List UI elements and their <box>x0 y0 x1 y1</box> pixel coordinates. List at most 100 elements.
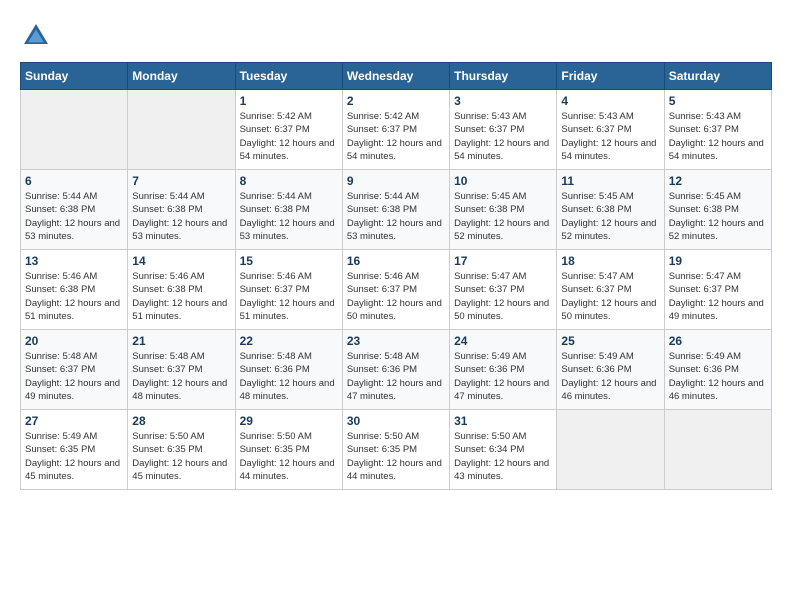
day-cell: 18Sunrise: 5:47 AM Sunset: 6:37 PM Dayli… <box>557 250 664 330</box>
day-info: Sunrise: 5:49 AM Sunset: 6:36 PM Dayligh… <box>454 350 552 403</box>
day-number: 23 <box>347 334 445 348</box>
day-cell: 25 Sunrise: 5:49 AM Sunset: 6:36 PM Dayli… <box>557 330 664 410</box>
day-number: 14 <box>132 254 230 268</box>
day-info: Sunrise: 5:49 AM Sunset: 6:36 PM Dayligh… <box>561 350 659 403</box>
day-cell: 5 Sunrise: 5:43 AM Sunset: 6:37 PM Daylig… <box>664 90 771 170</box>
header-friday: Friday <box>557 63 664 90</box>
calendar-table: SundayMondayTuesdayWednesdayThursdayFrid… <box>20 62 772 490</box>
day-number: 22 <box>240 334 338 348</box>
day-cell: 2 Sunrise: 5:42 AM Sunset: 6:37 PM Daylig… <box>342 90 449 170</box>
day-number: 2 <box>347 94 445 108</box>
day-cell: 13Sunrise: 5:46 AM Sunset: 6:38 PM Dayli… <box>21 250 128 330</box>
day-info: Sunrise: 5:44 AM Sunset: 6:38 PM Dayligh… <box>347 190 445 243</box>
day-cell: 21 Sunrise: 5:48 AM Sunset: 6:37 PM Dayli… <box>128 330 235 410</box>
day-info: Sunrise: 5:42 AM Sunset: 6:37 PM Dayligh… <box>347 110 445 163</box>
day-number: 21 <box>132 334 230 348</box>
day-number: 4 <box>561 94 659 108</box>
day-cell: 31Sunrise: 5:50 AM Sunset: 6:34 PM Dayli… <box>450 410 557 490</box>
day-number: 16 <box>347 254 445 268</box>
day-cell: 16 Sunrise: 5:46 AM Sunset: 6:37 PM Dayli… <box>342 250 449 330</box>
day-number: 17 <box>454 254 552 268</box>
header-wednesday: Wednesday <box>342 63 449 90</box>
day-info: Sunrise: 5:46 AM Sunset: 6:37 PM Dayligh… <box>240 270 338 323</box>
header-sunday: Sunday <box>21 63 128 90</box>
day-info: Sunrise: 5:47 AM Sunset: 6:37 PM Dayligh… <box>454 270 552 323</box>
day-number: 25 <box>561 334 659 348</box>
day-number: 30 <box>347 414 445 428</box>
day-number: 7 <box>132 174 230 188</box>
day-info: Sunrise: 5:50 AM Sunset: 6:35 PM Dayligh… <box>240 430 338 483</box>
day-info: Sunrise: 5:46 AM Sunset: 6:37 PM Dayligh… <box>347 270 445 323</box>
day-info: Sunrise: 5:44 AM Sunset: 6:38 PM Dayligh… <box>25 190 123 243</box>
day-cell: 26 Sunrise: 5:49 AM Sunset: 6:36 PM Dayli… <box>664 330 771 410</box>
day-cell: 20 Sunrise: 5:48 AM Sunset: 6:37 PM Dayli… <box>21 330 128 410</box>
day-cell: 14 Sunrise: 5:46 AM Sunset: 6:38 PM Dayli… <box>128 250 235 330</box>
day-cell: 30 Sunrise: 5:50 AM Sunset: 6:35 PM Dayli… <box>342 410 449 490</box>
day-info: Sunrise: 5:43 AM Sunset: 6:37 PM Dayligh… <box>561 110 659 163</box>
day-info: Sunrise: 5:48 AM Sunset: 6:37 PM Dayligh… <box>132 350 230 403</box>
day-info: Sunrise: 5:47 AM Sunset: 6:37 PM Dayligh… <box>561 270 659 323</box>
day-cell: 7 Sunrise: 5:44 AM Sunset: 6:38 PM Daylig… <box>128 170 235 250</box>
day-cell: 29 Sunrise: 5:50 AM Sunset: 6:35 PM Dayli… <box>235 410 342 490</box>
day-cell: 19 Sunrise: 5:47 AM Sunset: 6:37 PM Dayli… <box>664 250 771 330</box>
day-cell: 22 Sunrise: 5:48 AM Sunset: 6:36 PM Dayli… <box>235 330 342 410</box>
day-cell <box>664 410 771 490</box>
day-info: Sunrise: 5:48 AM Sunset: 6:36 PM Dayligh… <box>347 350 445 403</box>
day-cell <box>128 90 235 170</box>
day-cell: 11 Sunrise: 5:45 AM Sunset: 6:38 PM Dayli… <box>557 170 664 250</box>
day-number: 29 <box>240 414 338 428</box>
day-cell: 9 Sunrise: 5:44 AM Sunset: 6:38 PM Daylig… <box>342 170 449 250</box>
day-info: Sunrise: 5:43 AM Sunset: 6:37 PM Dayligh… <box>454 110 552 163</box>
day-cell <box>557 410 664 490</box>
day-number: 1 <box>240 94 338 108</box>
day-number: 24 <box>454 334 552 348</box>
header-thursday: Thursday <box>450 63 557 90</box>
day-number: 19 <box>669 254 767 268</box>
day-cell: 12Sunrise: 5:45 AM Sunset: 6:38 PM Dayli… <box>664 170 771 250</box>
day-number: 26 <box>669 334 767 348</box>
day-info: Sunrise: 5:45 AM Sunset: 6:38 PM Dayligh… <box>561 190 659 243</box>
day-info: Sunrise: 5:50 AM Sunset: 6:35 PM Dayligh… <box>347 430 445 483</box>
week-row-0: 1 Sunrise: 5:42 AM Sunset: 6:37 PM Daylig… <box>21 90 772 170</box>
day-number: 5 <box>669 94 767 108</box>
calendar-header: SundayMondayTuesdayWednesdayThursdayFrid… <box>21 63 772 90</box>
day-cell: 1 Sunrise: 5:42 AM Sunset: 6:37 PM Daylig… <box>235 90 342 170</box>
day-number: 13 <box>25 254 123 268</box>
day-number: 9 <box>347 174 445 188</box>
day-number: 3 <box>454 94 552 108</box>
day-number: 28 <box>132 414 230 428</box>
week-row-3: 20 Sunrise: 5:48 AM Sunset: 6:37 PM Dayli… <box>21 330 772 410</box>
day-number: 10 <box>454 174 552 188</box>
day-info: Sunrise: 5:47 AM Sunset: 6:37 PM Dayligh… <box>669 270 767 323</box>
day-cell: 4 Sunrise: 5:43 AM Sunset: 6:37 PM Daylig… <box>557 90 664 170</box>
day-cell: 28 Sunrise: 5:50 AM Sunset: 6:35 PM Dayli… <box>128 410 235 490</box>
day-number: 20 <box>25 334 123 348</box>
day-cell: 8Sunrise: 5:44 AM Sunset: 6:38 PM Daylig… <box>235 170 342 250</box>
day-info: Sunrise: 5:45 AM Sunset: 6:38 PM Dayligh… <box>669 190 767 243</box>
calendar-body: 1 Sunrise: 5:42 AM Sunset: 6:37 PM Daylig… <box>21 90 772 490</box>
day-cell: 23 Sunrise: 5:48 AM Sunset: 6:36 PM Dayli… <box>342 330 449 410</box>
page-header <box>20 20 772 52</box>
day-number: 27 <box>25 414 123 428</box>
day-cell: 3 Sunrise: 5:43 AM Sunset: 6:37 PM Daylig… <box>450 90 557 170</box>
header-saturday: Saturday <box>664 63 771 90</box>
day-info: Sunrise: 5:50 AM Sunset: 6:35 PM Dayligh… <box>132 430 230 483</box>
day-cell: 6 Sunrise: 5:44 AM Sunset: 6:38 PM Daylig… <box>21 170 128 250</box>
day-cell: 15Sunrise: 5:46 AM Sunset: 6:37 PM Dayli… <box>235 250 342 330</box>
day-info: Sunrise: 5:46 AM Sunset: 6:38 PM Dayligh… <box>132 270 230 323</box>
header-tuesday: Tuesday <box>235 63 342 90</box>
day-number: 11 <box>561 174 659 188</box>
day-info: Sunrise: 5:48 AM Sunset: 6:36 PM Dayligh… <box>240 350 338 403</box>
day-cell: 10Sunrise: 5:45 AM Sunset: 6:38 PM Dayli… <box>450 170 557 250</box>
header-monday: Monday <box>128 63 235 90</box>
logo-icon <box>20 20 52 52</box>
logo <box>20 20 56 52</box>
day-info: Sunrise: 5:49 AM Sunset: 6:36 PM Dayligh… <box>669 350 767 403</box>
week-row-2: 13 Sunrise: 5:46 AM Sunset: 6:38 PM Dayli… <box>21 250 772 330</box>
day-cell: 27Sunrise: 5:49 AM Sunset: 6:35 PM Dayli… <box>21 410 128 490</box>
day-number: 6 <box>25 174 123 188</box>
day-info: Sunrise: 5:44 AM Sunset: 6:38 PM Dayligh… <box>132 190 230 243</box>
day-info: Sunrise: 5:42 AM Sunset: 6:37 PM Dayligh… <box>240 110 338 163</box>
day-info: Sunrise: 5:43 AM Sunset: 6:37 PM Dayligh… <box>669 110 767 163</box>
day-info: Sunrise: 5:48 AM Sunset: 6:37 PM Dayligh… <box>25 350 123 403</box>
